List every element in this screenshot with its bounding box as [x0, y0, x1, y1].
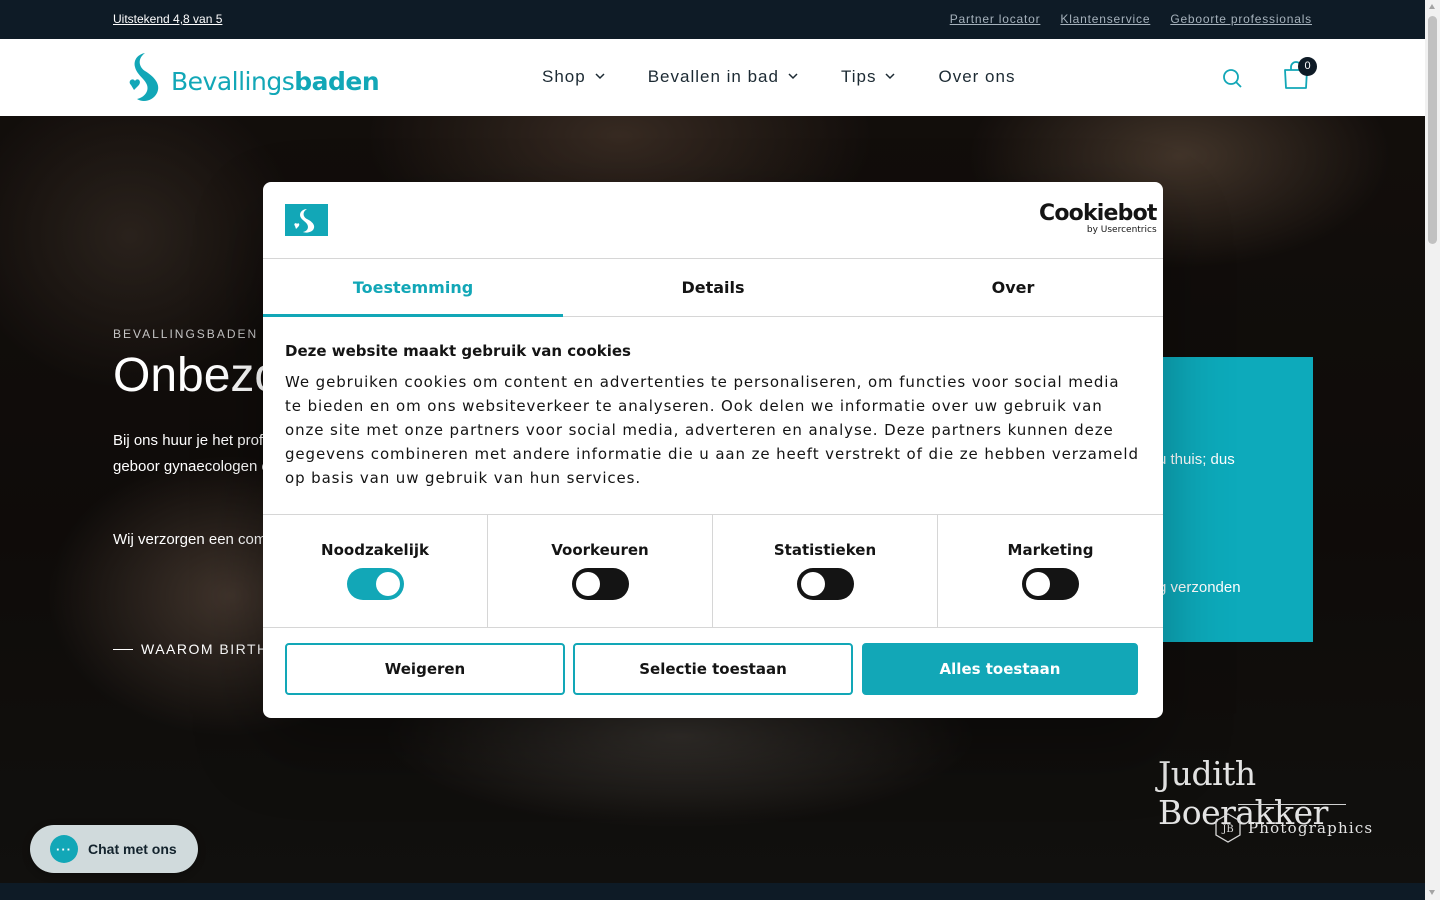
- bottom-strip: [0, 883, 1425, 900]
- hero-cta-link[interactable]: WAAROM BIRTH I: [113, 641, 279, 657]
- toggle-noodzakelijk[interactable]: [346, 568, 404, 600]
- dialog-buttons: Weigeren Selectie toestaan Alles toestaa…: [285, 643, 1138, 695]
- nav-tips[interactable]: Tips: [841, 67, 896, 87]
- chat-widget-button[interactable]: ··· Chat met ons: [30, 825, 198, 873]
- dialog-tabs: Toestemming Details Over: [263, 259, 1163, 317]
- cookie-consent-dialog: Cookiebot by Usercentrics Toestemming De…: [263, 182, 1163, 718]
- photographer-watermark: Judith Boerakker JB Photographics: [1158, 754, 1425, 843]
- category-noodzakelijk: Noodzakelijk: [263, 515, 488, 627]
- customer-service-link[interactable]: Klantenservice: [1060, 12, 1150, 26]
- scroll-up-icon[interactable]: [1429, 4, 1435, 9]
- chevron-down-icon: [788, 73, 798, 80]
- cookiebot-logo[interactable]: Cookiebot by Usercentrics: [1039, 201, 1157, 236]
- logo-text-regular: Bevallings: [171, 66, 295, 96]
- category-voorkeuren: Voorkeuren: [488, 515, 713, 627]
- toggle-voorkeuren[interactable]: [571, 568, 629, 600]
- nav-bevallen-label: Bevallen in bad: [647, 67, 779, 86]
- category-label: Marketing: [1007, 541, 1094, 559]
- cta-line: [113, 648, 133, 650]
- cart-count-badge: 0: [1298, 57, 1317, 76]
- site-logo[interactable]: Bevallingsbaden: [125, 51, 380, 103]
- dialog-header: Cookiebot by Usercentrics: [263, 182, 1163, 259]
- category-label: Statistieken: [773, 541, 877, 559]
- watermark-rule: [1238, 804, 1346, 805]
- page-scrollbar[interactable]: [1425, 0, 1440, 900]
- toggle-marketing[interactable]: [1022, 568, 1079, 600]
- site-header: Bevallingsbaden Shop Bevallen in bad Tip…: [0, 39, 1425, 116]
- logo-text-bold: baden: [294, 66, 380, 96]
- watermark-sub: JB Photographics: [1213, 812, 1373, 844]
- nav-shop[interactable]: Shop: [542, 67, 605, 87]
- partner-locator-link[interactable]: Partner locator: [950, 12, 1041, 26]
- chat-label: Chat met ons: [88, 841, 177, 857]
- watermark-sub-text: Photographics: [1248, 819, 1374, 837]
- rating-link[interactable]: Uitstekend 4,8 van 5: [113, 12, 222, 26]
- main-nav: Shop Bevallen in bad Tips Over ons: [542, 67, 1058, 87]
- consent-categories: Noodzakelijk Voorkeuren Statistieken Mar…: [263, 514, 1163, 628]
- nav-tips-label: Tips: [840, 67, 877, 86]
- search-icon[interactable]: [1221, 67, 1243, 89]
- toggle-knob: [800, 572, 825, 596]
- dialog-text: We gebruiken cookies om content en adver…: [285, 373, 1139, 487]
- category-statistieken: Statistieken: [713, 515, 938, 627]
- chevron-down-icon: [595, 73, 605, 80]
- category-marketing: Marketing: [938, 515, 1163, 627]
- allow-all-button[interactable]: Alles toestaan: [862, 643, 1138, 695]
- nav-over-ons[interactable]: Over ons: [938, 67, 1015, 87]
- logo-wordmark: Bevallingsbaden: [171, 66, 380, 96]
- toggle-knob: [375, 572, 400, 596]
- dialog-body: Deze website maakt gebruik van cookies W…: [285, 342, 1141, 490]
- birth-professionals-link[interactable]: Geboorte professionals: [1170, 12, 1312, 26]
- allow-selection-button[interactable]: Selectie toestaan: [573, 643, 853, 695]
- chat-bubble-icon: ···: [50, 835, 78, 863]
- category-label: Voorkeuren: [551, 541, 649, 559]
- tab-toestemming[interactable]: Toestemming: [263, 259, 563, 317]
- reject-button[interactable]: Weigeren: [285, 643, 565, 695]
- scrollbar-thumb[interactable]: [1428, 16, 1437, 244]
- cookiebot-brand: Cookiebot: [1039, 201, 1157, 226]
- top-bar: Uitstekend 4,8 van 5 Partner locator Kla…: [0, 0, 1425, 39]
- chevron-down-icon: [885, 73, 895, 80]
- tab-over[interactable]: Over: [863, 259, 1163, 316]
- toggle-statistieken[interactable]: [796, 568, 854, 600]
- tab-details[interactable]: Details: [563, 259, 863, 316]
- jb-hexagon-icon: JB: [1215, 813, 1241, 843]
- nav-bevallen-in-bad[interactable]: Bevallen in bad: [648, 67, 798, 87]
- hero-description-2: Wij verzorgen een comp: [113, 531, 275, 548]
- usp-line-1: u thuis; dus: [1158, 451, 1235, 468]
- scroll-down-icon[interactable]: [1429, 890, 1435, 895]
- usp-line-2: g verzonden: [1158, 579, 1241, 596]
- hero-cta-label: WAAROM BIRTH I: [141, 641, 280, 657]
- watermark-initials: JB: [1221, 824, 1233, 835]
- site-logo-square-icon: [285, 204, 328, 236]
- nav-over-ons-label: Over ons: [938, 67, 1016, 86]
- category-label: Noodzakelijk: [321, 541, 429, 559]
- hero-title: Onbezo: [113, 349, 282, 402]
- nav-shop-label: Shop: [542, 67, 586, 86]
- dialog-heading: Deze website maakt gebruik van cookies: [285, 342, 631, 360]
- hero-eyebrow: BEVALLINGSBADEN: [113, 327, 259, 341]
- cookiebot-sub: by Usercentrics: [1086, 225, 1157, 235]
- logo-mark-icon: [129, 53, 159, 101]
- toggle-knob: [575, 572, 600, 596]
- toggle-knob: [1026, 572, 1050, 596]
- top-links: Partner locator Klantenservice Geboorte …: [950, 12, 1312, 26]
